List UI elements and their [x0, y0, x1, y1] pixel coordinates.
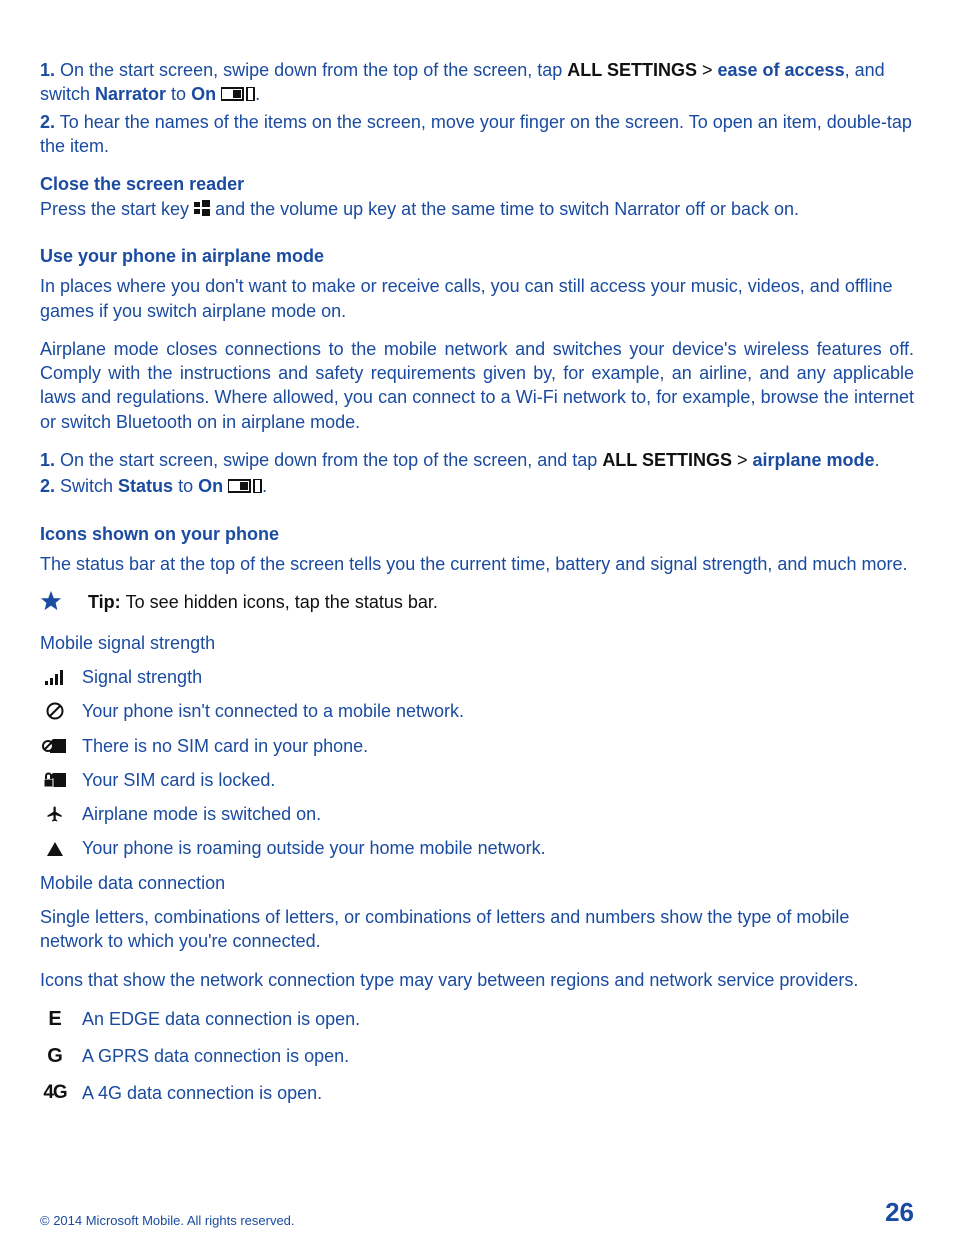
4g-icon: 4G [40, 1080, 70, 1106]
step-num: 1. [40, 450, 55, 470]
gt: > [732, 450, 753, 470]
start-key-icon [194, 198, 210, 222]
row-text: Signal strength [82, 665, 202, 689]
close-reader-text: Press the start key and the volume up ke… [40, 197, 914, 222]
icons-p1: The status bar at the top of the screen … [40, 552, 914, 576]
close-reader-heading: Close the screen reader [40, 172, 914, 196]
on-label: On [198, 476, 223, 496]
step-num: 1. [40, 60, 55, 80]
text: and the volume up key at the same time t… [210, 199, 799, 219]
tip-label: Tip: [88, 592, 126, 612]
step-num: 2. [40, 476, 55, 496]
airplane-p2: Airplane mode closes connections to the … [40, 337, 914, 434]
row-text: Your phone is roaming outside your home … [82, 836, 546, 860]
gprs-icon: G [40, 1043, 70, 1070]
narrator-step-2: 2. To hear the names of the items on the… [40, 110, 914, 159]
airplane-p1: In places where you don't want to make o… [40, 274, 914, 323]
tip-row: Tip: To see hidden icons, tap the status… [40, 590, 914, 618]
text: To hear the names of the items on the sc… [40, 112, 912, 156]
tip-content: Tip: To see hidden icons, tap the status… [88, 590, 438, 614]
row-gprs: G A GPRS data connection is open. [40, 1043, 914, 1070]
airplane-step-2: 2. Switch Status to On . [40, 474, 914, 499]
row-text: Your SIM card is locked. [82, 768, 275, 792]
row-edge: E An EDGE data connection is open. [40, 1006, 914, 1033]
on-label: On [191, 84, 216, 104]
data-p1: Single letters, combinations of letters,… [40, 905, 914, 954]
row-text: An EDGE data connection is open. [82, 1007, 360, 1031]
all-settings: ALL SETTINGS [567, 60, 697, 80]
row-signal-strength: Signal strength [40, 665, 914, 689]
narrator-label: Narrator [95, 84, 166, 104]
page-footer: © 2014 Microsoft Mobile. All rights rese… [40, 1195, 914, 1230]
row-text: Your phone isn't connected to a mobile n… [82, 699, 464, 723]
period: . [875, 450, 880, 470]
sim-locked-icon [40, 771, 70, 789]
ease-of-access: ease of access [717, 60, 844, 80]
period: . [255, 84, 260, 104]
row-text: Airplane mode is switched on. [82, 802, 321, 826]
status-label: Status [118, 476, 173, 496]
text: On the start screen, swipe down from the… [55, 60, 567, 80]
roaming-triangle-icon [40, 841, 70, 857]
signal-bars-icon [40, 669, 70, 685]
text: Switch [55, 476, 118, 496]
step-num: 2. [40, 112, 55, 132]
row-no-network: Your phone isn't connected to a mobile n… [40, 699, 914, 723]
row-roaming: Your phone is roaming outside your home … [40, 836, 914, 860]
airplane-step-1: 1. On the start screen, swipe down from … [40, 448, 914, 472]
row-text: A 4G data connection is open. [82, 1081, 322, 1105]
row-airplane-mode: Airplane mode is switched on. [40, 802, 914, 826]
airplane-mode-label: airplane mode [753, 450, 875, 470]
text: Press the start key [40, 199, 194, 219]
row-4g: 4G A 4G data connection is open. [40, 1080, 914, 1106]
no-sim-icon [40, 737, 70, 755]
mobile-data-heading: Mobile data connection [40, 871, 914, 895]
row-sim-locked: Your SIM card is locked. [40, 768, 914, 792]
text: to [166, 84, 191, 104]
all-settings: ALL SETTINGS [602, 450, 732, 470]
row-text: There is no SIM card in your phone. [82, 734, 368, 758]
airplane-heading: Use your phone in airplane mode [40, 244, 914, 268]
text: On the start screen, swipe down from the… [55, 450, 602, 470]
period: . [262, 476, 267, 496]
row-text: A GPRS data connection is open. [82, 1044, 349, 1068]
narrator-step-1: 1. On the start screen, swipe down from … [40, 58, 914, 108]
icons-heading: Icons shown on your phone [40, 522, 914, 546]
gt: > [697, 60, 718, 80]
toggle-on-icon [228, 475, 262, 499]
data-p2: Icons that show the network connection t… [40, 968, 914, 992]
edge-icon: E [40, 1006, 70, 1033]
page-number: 26 [885, 1195, 914, 1230]
mobile-signal-heading: Mobile signal strength [40, 631, 914, 655]
no-network-icon [40, 702, 70, 720]
airplane-icon [40, 805, 70, 823]
row-no-sim: There is no SIM card in your phone. [40, 734, 914, 758]
toggle-on-icon [221, 83, 255, 107]
tip-text: To see hidden icons, tap the status bar. [126, 592, 438, 612]
copyright: © 2014 Microsoft Mobile. All rights rese… [40, 1212, 295, 1230]
text: to [173, 476, 198, 496]
star-icon [40, 590, 62, 618]
